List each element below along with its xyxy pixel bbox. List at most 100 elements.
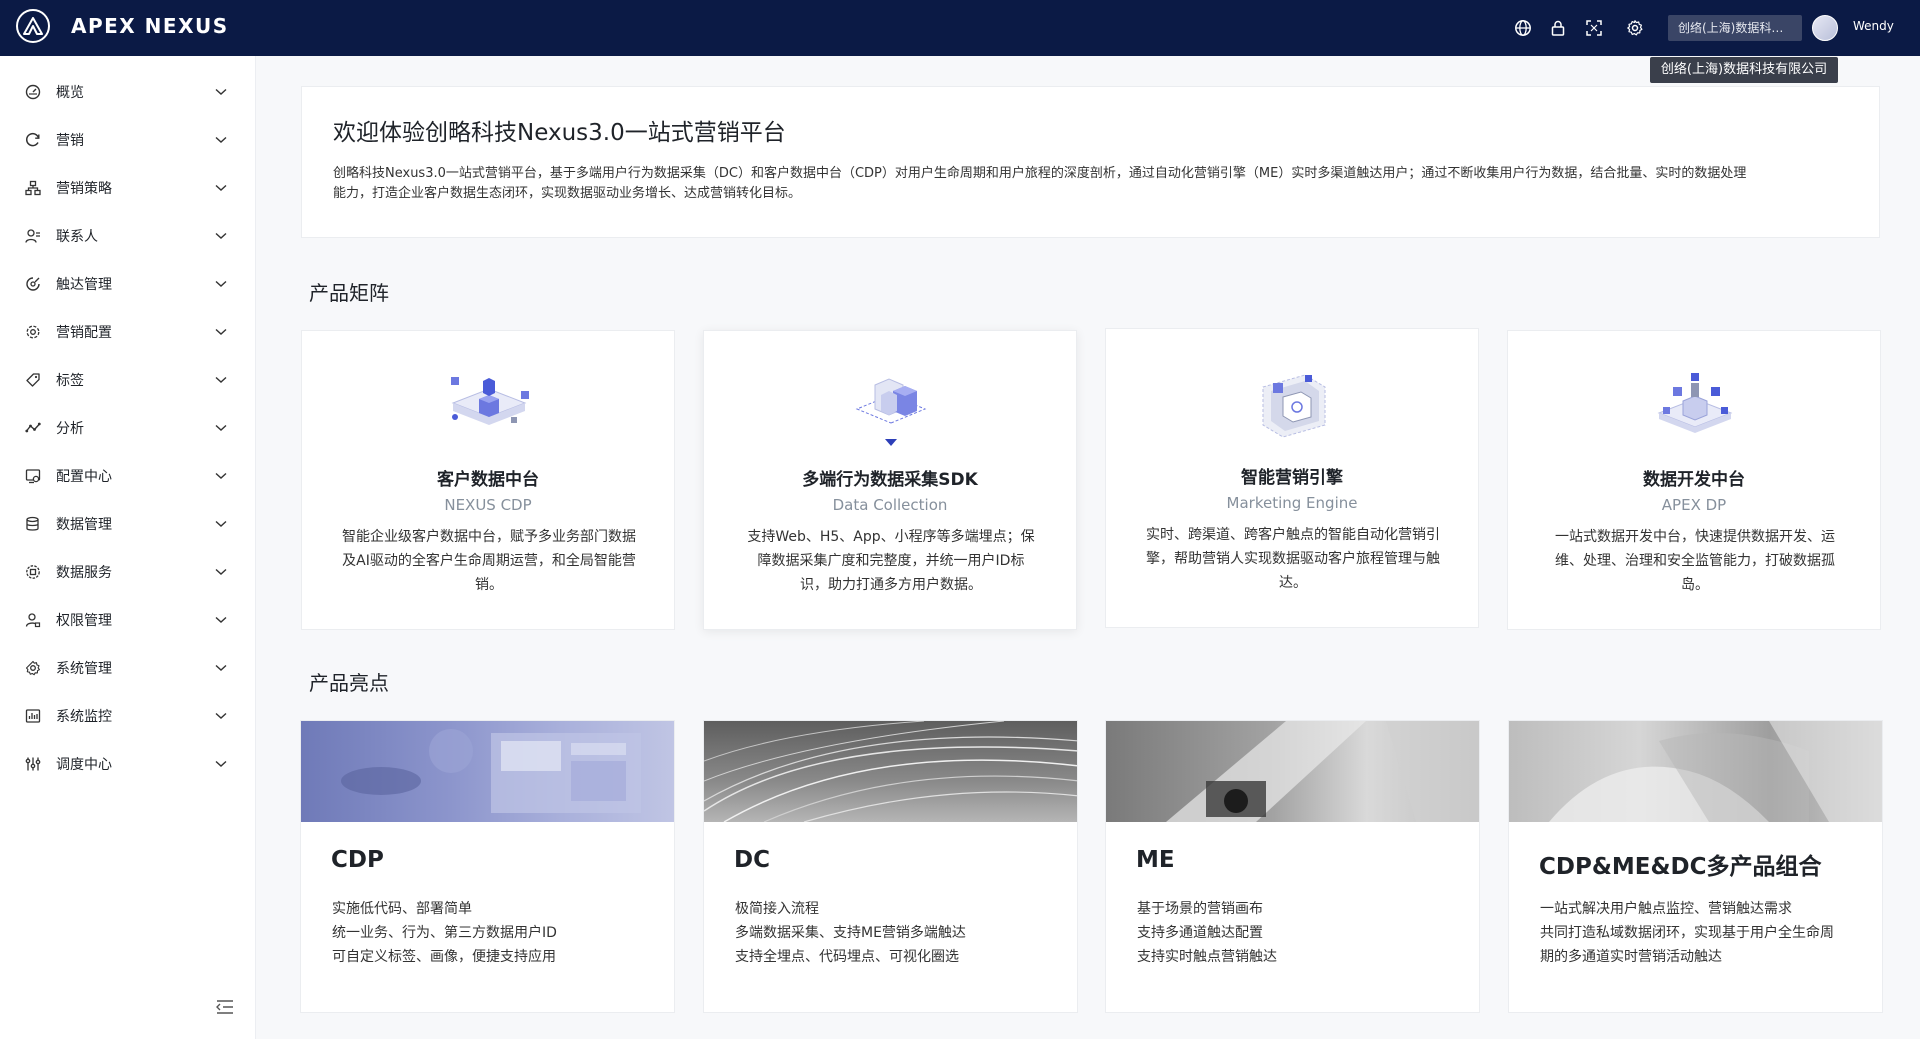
user-avatar[interactable] (1812, 15, 1838, 41)
database-icon (24, 515, 42, 533)
tenant-tooltip: 创络(上海)数据科技有限公司 (1650, 57, 1838, 83)
schedule-icon (24, 755, 42, 773)
section-title-product-matrix: 产品矩阵 (309, 281, 389, 305)
highlight-feature-list: 一站式解决用户触点监控、营销触达需求 共同打造私域数据闭环，实现基于用户全生命周… (1540, 897, 1870, 969)
globe-icon[interactable] (1510, 15, 1536, 41)
sidebar-item-label: 系统监控 (56, 709, 112, 725)
config-center-icon (24, 467, 42, 485)
sidebar-item-label: 概览 (56, 85, 84, 101)
product-card-dp[interactable]: 数据开发中台 APEX DP 一站式数据开发中台，快速提供数据开发、运维、处理、… (1507, 330, 1881, 630)
chevron-down-icon (214, 661, 228, 675)
sidebar-item-system-monitor[interactable]: 系统监控 (0, 696, 256, 736)
sidebar: 概览 营销 营销策略 联系人 触达管理 营销配置 标签 分析 配置中心 数据管理… (0, 56, 256, 1039)
sidebar-item-permission[interactable]: 权限管理 (0, 600, 256, 640)
sidebar-item-reach-management[interactable]: 触达管理 (0, 264, 256, 304)
highlight-card-cdp[interactable]: CDP 实施低代码、部署简单 统一业务、行为、第三方数据用户ID 可自定义标签、… (300, 720, 675, 1013)
sidebar-item-label: 营销 (56, 133, 84, 149)
analytics-icon (24, 419, 42, 437)
sidebar-collapse-icon[interactable] (214, 996, 236, 1018)
sidebar-item-tags[interactable]: 标签 (0, 360, 256, 400)
sidebar-item-contacts[interactable]: 联系人 (0, 216, 256, 256)
highlight-card-combo[interactable]: CDP&ME&DC多产品组合 一站式解决用户触点监控、营销触达需求 共同打造私域… (1508, 720, 1883, 1013)
product-name: 客户数据中台 (437, 470, 539, 490)
product-description: 支持Web、H5、App、小程序等多端埋点；保障数据采集广度和完整度，并统一用户… (747, 529, 1035, 593)
sidebar-item-label: 数据服务 (56, 565, 112, 581)
fullscreen-icon[interactable] (1581, 15, 1607, 41)
highlight-feature-list: 基于场景的营销画布 支持多通道触达配置 支持实时触点营销触达 (1137, 897, 1467, 969)
highlight-feature: 期的多通道实时营销活动触达 (1540, 949, 1722, 965)
chevron-down-icon (214, 469, 228, 483)
chevron-down-icon (214, 325, 228, 339)
product-subtitle: Data Collection (832, 496, 948, 514)
highlight-feature: 基于场景的营销画布 (1137, 901, 1263, 917)
strategy-icon (24, 179, 42, 197)
sidebar-item-data-service[interactable]: 数据服务 (0, 552, 256, 592)
tenant-selector[interactable]: 创络(上海)数据科技有限公司 (1668, 15, 1802, 41)
product-card-dc[interactable]: 多端行为数据采集SDK Data Collection 支持Web、H5、App… (703, 330, 1077, 630)
product-name: 数据开发中台 (1643, 470, 1745, 490)
product-card-me[interactable]: 智能营销引擎 Marketing Engine 实时、跨渠道、跨客户触点的智能自… (1105, 328, 1479, 628)
me-illustration-icon (1243, 363, 1343, 453)
product-name: 智能营销引擎 (1241, 468, 1343, 488)
dp-illustration-icon (1645, 365, 1745, 455)
username[interactable]: Wendy (1853, 19, 1894, 33)
sidebar-item-marketing[interactable]: 营销 (0, 120, 256, 160)
sidebar-item-label: 营销配置 (56, 325, 112, 341)
highlight-feature: 实施低代码、部署简单 (332, 901, 472, 917)
brand-logo-icon[interactable] (16, 9, 50, 43)
sidebar-item-data-management[interactable]: 数据管理 (0, 504, 256, 544)
highlight-card-dc[interactable]: DC 极简接入流程 多端数据采集、支持ME营销多端触达 支持全埋点、代码埋点、可… (703, 720, 1078, 1013)
welcome-title: 欢迎体验创略科技Nexus3.0一站式营销平台 (333, 120, 786, 146)
combo-highlight-image (1509, 721, 1882, 822)
welcome-description-line: 创略科技Nexus3.0一站式营销平台，基于多端用户行为数据采集（DC）和客户数… (333, 166, 1747, 181)
highlight-title: CDP (331, 847, 384, 873)
lock-icon[interactable] (1545, 15, 1571, 41)
chevron-down-icon (214, 421, 228, 435)
sidebar-item-overview[interactable]: 概览 (0, 72, 256, 112)
settings-icon[interactable] (1622, 15, 1648, 41)
sidebar-item-marketing-strategy[interactable]: 营销策略 (0, 168, 256, 208)
dc-highlight-image (704, 721, 1077, 823)
sidebar-item-label: 分析 (56, 421, 84, 437)
highlight-feature: 多端数据采集、支持ME营销多端触达 (735, 925, 966, 941)
monitor-icon (24, 707, 42, 725)
sidebar-item-label: 调度中心 (56, 757, 112, 773)
cdp-highlight-image (301, 721, 674, 822)
highlight-card-me[interactable]: ME 基于场景的营销画布 支持多通道触达配置 支持实时触点营销触达 (1105, 720, 1480, 1013)
sidebar-item-label: 系统管理 (56, 661, 112, 677)
sidebar-item-label: 权限管理 (56, 613, 112, 629)
sidebar-item-system-management[interactable]: 系统管理 (0, 648, 256, 688)
highlight-feature: 可自定义标签、画像，便捷支持应用 (332, 949, 556, 965)
chevron-down-icon (214, 517, 228, 531)
product-name: 多端行为数据采集SDK (802, 470, 978, 490)
product-subtitle: Marketing Engine (1226, 494, 1358, 512)
refresh-icon (24, 131, 42, 149)
top-bar: APEX NEXUS 创络(上海)数据科技有限公司 Wendy (0, 0, 1920, 56)
chevron-down-icon (214, 757, 228, 771)
sidebar-item-config-center[interactable]: 配置中心 (0, 456, 256, 496)
brand-name[interactable]: APEX NEXUS (71, 14, 229, 38)
sidebar-item-schedule-center[interactable]: 调度中心 (0, 744, 256, 784)
chevron-down-icon (214, 277, 228, 291)
highlight-feature: 共同打造私域数据闭环，实现基于用户全生命周 (1540, 925, 1834, 941)
welcome-description-line: 能力，打造企业客户数据生态闭环，实现数据驱动业务增长、达成营销转化目标。 (333, 186, 802, 201)
chevron-down-icon (214, 709, 228, 723)
sidebar-item-label: 配置中心 (56, 469, 112, 485)
chevron-down-icon (214, 373, 228, 387)
dashboard-icon (24, 83, 42, 101)
highlight-feature: 极简接入流程 (735, 901, 819, 917)
highlight-feature-list: 实施低代码、部署简单 统一业务、行为、第三方数据用户ID 可自定义标签、画像，便… (332, 897, 662, 969)
product-subtitle: NEXUS CDP (444, 496, 532, 514)
highlight-title: DC (734, 847, 770, 873)
sidebar-item-analytics[interactable]: 分析 (0, 408, 256, 448)
sidebar-item-marketing-config[interactable]: 营销配置 (0, 312, 256, 352)
cdp-illustration-icon (439, 365, 539, 455)
sidebar-item-label: 标签 (56, 373, 84, 389)
chevron-down-icon (214, 85, 228, 99)
sidebar-item-label: 联系人 (56, 229, 98, 245)
dc-illustration-icon (841, 365, 941, 455)
highlight-feature: 支持多通道触达配置 (1137, 925, 1263, 941)
product-card-cdp[interactable]: 客户数据中台 NEXUS CDP 智能企业级客户数据中台，赋予多业务部门数据及A… (301, 330, 675, 630)
system-icon (24, 659, 42, 677)
product-subtitle: APEX DP (1661, 496, 1727, 514)
